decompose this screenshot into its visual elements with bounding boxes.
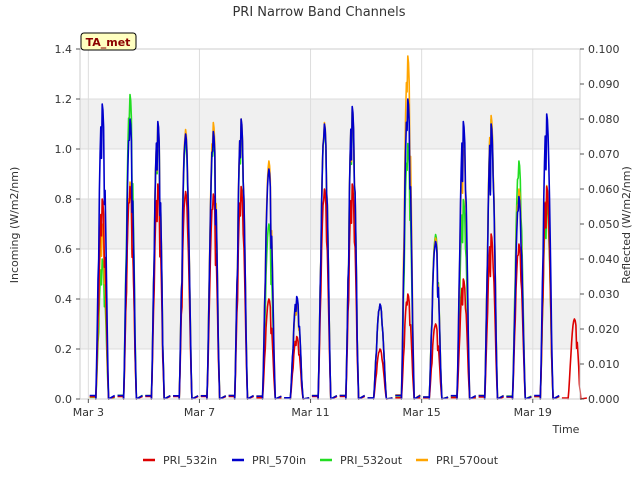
legend-label: PRI_532in (163, 454, 217, 467)
y-right-tick-label: 0.010 (588, 358, 620, 371)
x-tick-label: Mar 7 (184, 406, 215, 419)
y-left-tick-label: 0.4 (55, 293, 73, 306)
y-left-tick-label: 1.2 (55, 93, 73, 106)
y-left-tick-label: 0.2 (55, 343, 73, 356)
y-right-tick-label: 0.040 (588, 253, 620, 266)
y-right-tick-label: 0.050 (588, 218, 620, 231)
x-tick-label: Mar 11 (291, 406, 329, 419)
legend: PRI_532in PRI_570in PRI_532out PRI_570out (143, 454, 499, 467)
station-badge-label: TA_met (86, 36, 131, 49)
y-left-tick-label: 1.4 (55, 43, 73, 56)
y-right-axis-ticks: 0.000 0.010 0.020 0.030 0.040 0.050 0.060 0.070… (580, 43, 620, 406)
station-badge: TA_met (80, 32, 137, 51)
x-axis-ticks: Mar 3 Mar 7 Mar 11 Mar 15 Mar 19 (73, 399, 552, 419)
y-left-axis-label: Incoming (W/m2/nm) (8, 167, 21, 284)
chart: Mar 3 Mar 7 Mar 11 Mar 15 Mar 19 0.00.20.40.… (8, 5, 633, 467)
x-tick-label: Mar 19 (514, 406, 552, 419)
y-right-tick-label: 0.000 (588, 393, 620, 406)
y-left-tick-label: 1.0 (55, 143, 73, 156)
plot-band (80, 99, 580, 149)
y-right-tick-label: 0.020 (588, 323, 620, 336)
y-right-tick-label: 0.080 (588, 113, 620, 126)
y-right-axis-label: Reflected (W/m2/nm) (620, 166, 633, 284)
legend-label: PRI_570out (436, 454, 499, 467)
x-tick-label: Mar 3 (73, 406, 104, 419)
y-left-tick-label: 0.6 (55, 243, 73, 256)
y-right-tick-label: 0.100 (588, 43, 620, 56)
y-right-tick-label: 0.060 (588, 183, 620, 196)
y-right-tick-label: 0.090 (588, 78, 620, 91)
y-left-tick-label: 0.8 (55, 193, 73, 206)
chart-title: PRI Narrow Band Channels (232, 5, 405, 20)
y-right-tick-label: 0.030 (588, 288, 620, 301)
legend-label: PRI_570in (252, 454, 306, 467)
legend-label: PRI_532out (340, 454, 403, 467)
y-left-axis-ticks: 0.0 0.2 0.4 0.6 0.8 1.0 1.2 1.4 (55, 43, 80, 406)
y-right-tick-label: 0.070 (588, 148, 620, 161)
y-left-tick-label: 0.0 (55, 393, 73, 406)
x-tick-label: Mar 15 (403, 406, 441, 419)
x-axis-label: Time (552, 423, 580, 436)
